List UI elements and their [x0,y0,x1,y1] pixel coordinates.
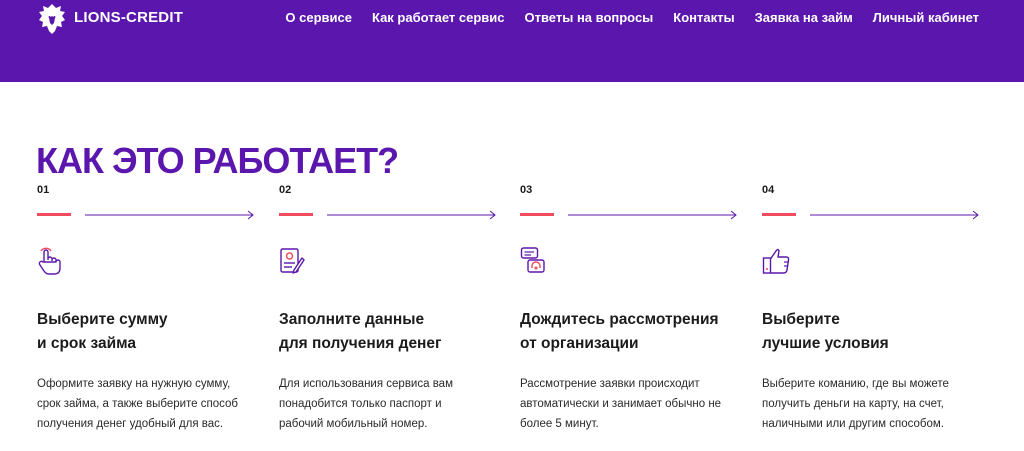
site-header: LIONS-CREDIT О сервисе Как работает серв… [0,0,1024,82]
step-title: Выберите лучшие условия [762,308,889,356]
step-divider [37,208,259,222]
step-title-line: для получения денег [279,335,442,352]
step-title-line: лучшие условия [762,335,889,352]
step-accent-bar [762,213,796,216]
step-title-line: и срок займа [37,335,136,352]
section-title: КАК ЭТО РАБОТАЕТ? [36,140,399,181]
nav-item-loan-application[interactable]: Заявка на займ [755,10,853,25]
document-form-icon [280,248,305,274]
step-description-line: наличными или другим способом. [762,418,944,430]
arrow-right-icon [810,210,979,220]
step-description-line: автоматически и занимает обычно не [520,398,722,410]
step-description-line: Оформите заявку на нужную сумму, [37,378,231,390]
arrow-right-icon [568,210,737,220]
step-description: Рассмотрение заявки происходит автоматич… [520,374,745,434]
step-title: Дождитесь рассмотрения от организации [520,308,719,356]
nav-item-how-it-works[interactable]: Как работает сервис [372,10,505,25]
step-accent-bar [520,213,554,216]
step-number: 04 [762,184,775,196]
step-description-line: Рассмотрение заявки происходит [520,378,700,390]
logo[interactable]: LIONS-CREDIT [36,2,183,36]
hand-pointer-icon [38,247,61,275]
thumbs-up-icon [762,248,790,274]
nav-item-faq[interactable]: Ответы на вопросы [525,10,654,25]
step-2: 02 Заполните данные для получения денег … [279,184,501,430]
step-description-line: получения денег удобный для вас. [37,418,224,430]
step-description-line: рабочий мобильный номер. [279,418,428,430]
step-divider [762,208,984,222]
step-description: Оформите заявку на нужную сумму, срок за… [37,374,262,434]
main-nav: О сервисе Как работает сервис Ответы на … [265,10,979,25]
step-title-line: Заполните данные [279,311,425,328]
nav-item-contacts[interactable]: Контакты [673,10,734,25]
step-description-line: Выберите команию, где вы можете [762,378,949,390]
lion-logo-icon [39,4,65,34]
step-title-line: Дождитесь рассмотрения [520,311,719,328]
step-accent-bar [279,213,313,216]
step-description-line: понадобится только паспорт и [279,398,442,410]
nav-item-about[interactable]: О сервисе [285,10,352,25]
step-divider [520,208,742,222]
step-title: Заполните данные для получения денег [279,308,442,356]
arrow-right-icon [85,210,254,220]
step-description: Выберите команию, где вы можете получить… [762,374,987,434]
step-3: 03 Дождитесь рассмотрения от организации… [520,184,742,430]
step-1: 01 Выберите сумму и срок займа Оформите … [37,184,259,430]
step-description-line: Для использования сервиса вам [279,378,453,390]
step-title-line: Выберите [762,311,840,328]
step-divider [279,208,501,222]
step-description-line: получить деньги на карту, на счет, [762,398,944,410]
step-description-line: срок займа, а также выберите способ [37,398,239,410]
support-chat-icon [520,247,545,273]
step-description-line: более 5 минут. [520,418,599,430]
step-title-line: Выберите сумму [37,311,168,328]
step-description: Для использования сервиса вам понадобитс… [279,374,504,434]
step-title-line: от организации [520,335,639,352]
step-number: 03 [520,184,533,196]
logo-text: LIONS-CREDIT [74,8,184,26]
step-number: 02 [279,184,292,196]
nav-item-account[interactable]: Личный кабинет [873,10,979,25]
step-number: 01 [37,184,50,196]
arrow-right-icon [327,210,496,220]
step-4: 04 Выберите лучшие условия Выберите кома… [762,184,984,430]
step-accent-bar [37,213,71,216]
step-title: Выберите сумму и срок займа [37,308,168,356]
